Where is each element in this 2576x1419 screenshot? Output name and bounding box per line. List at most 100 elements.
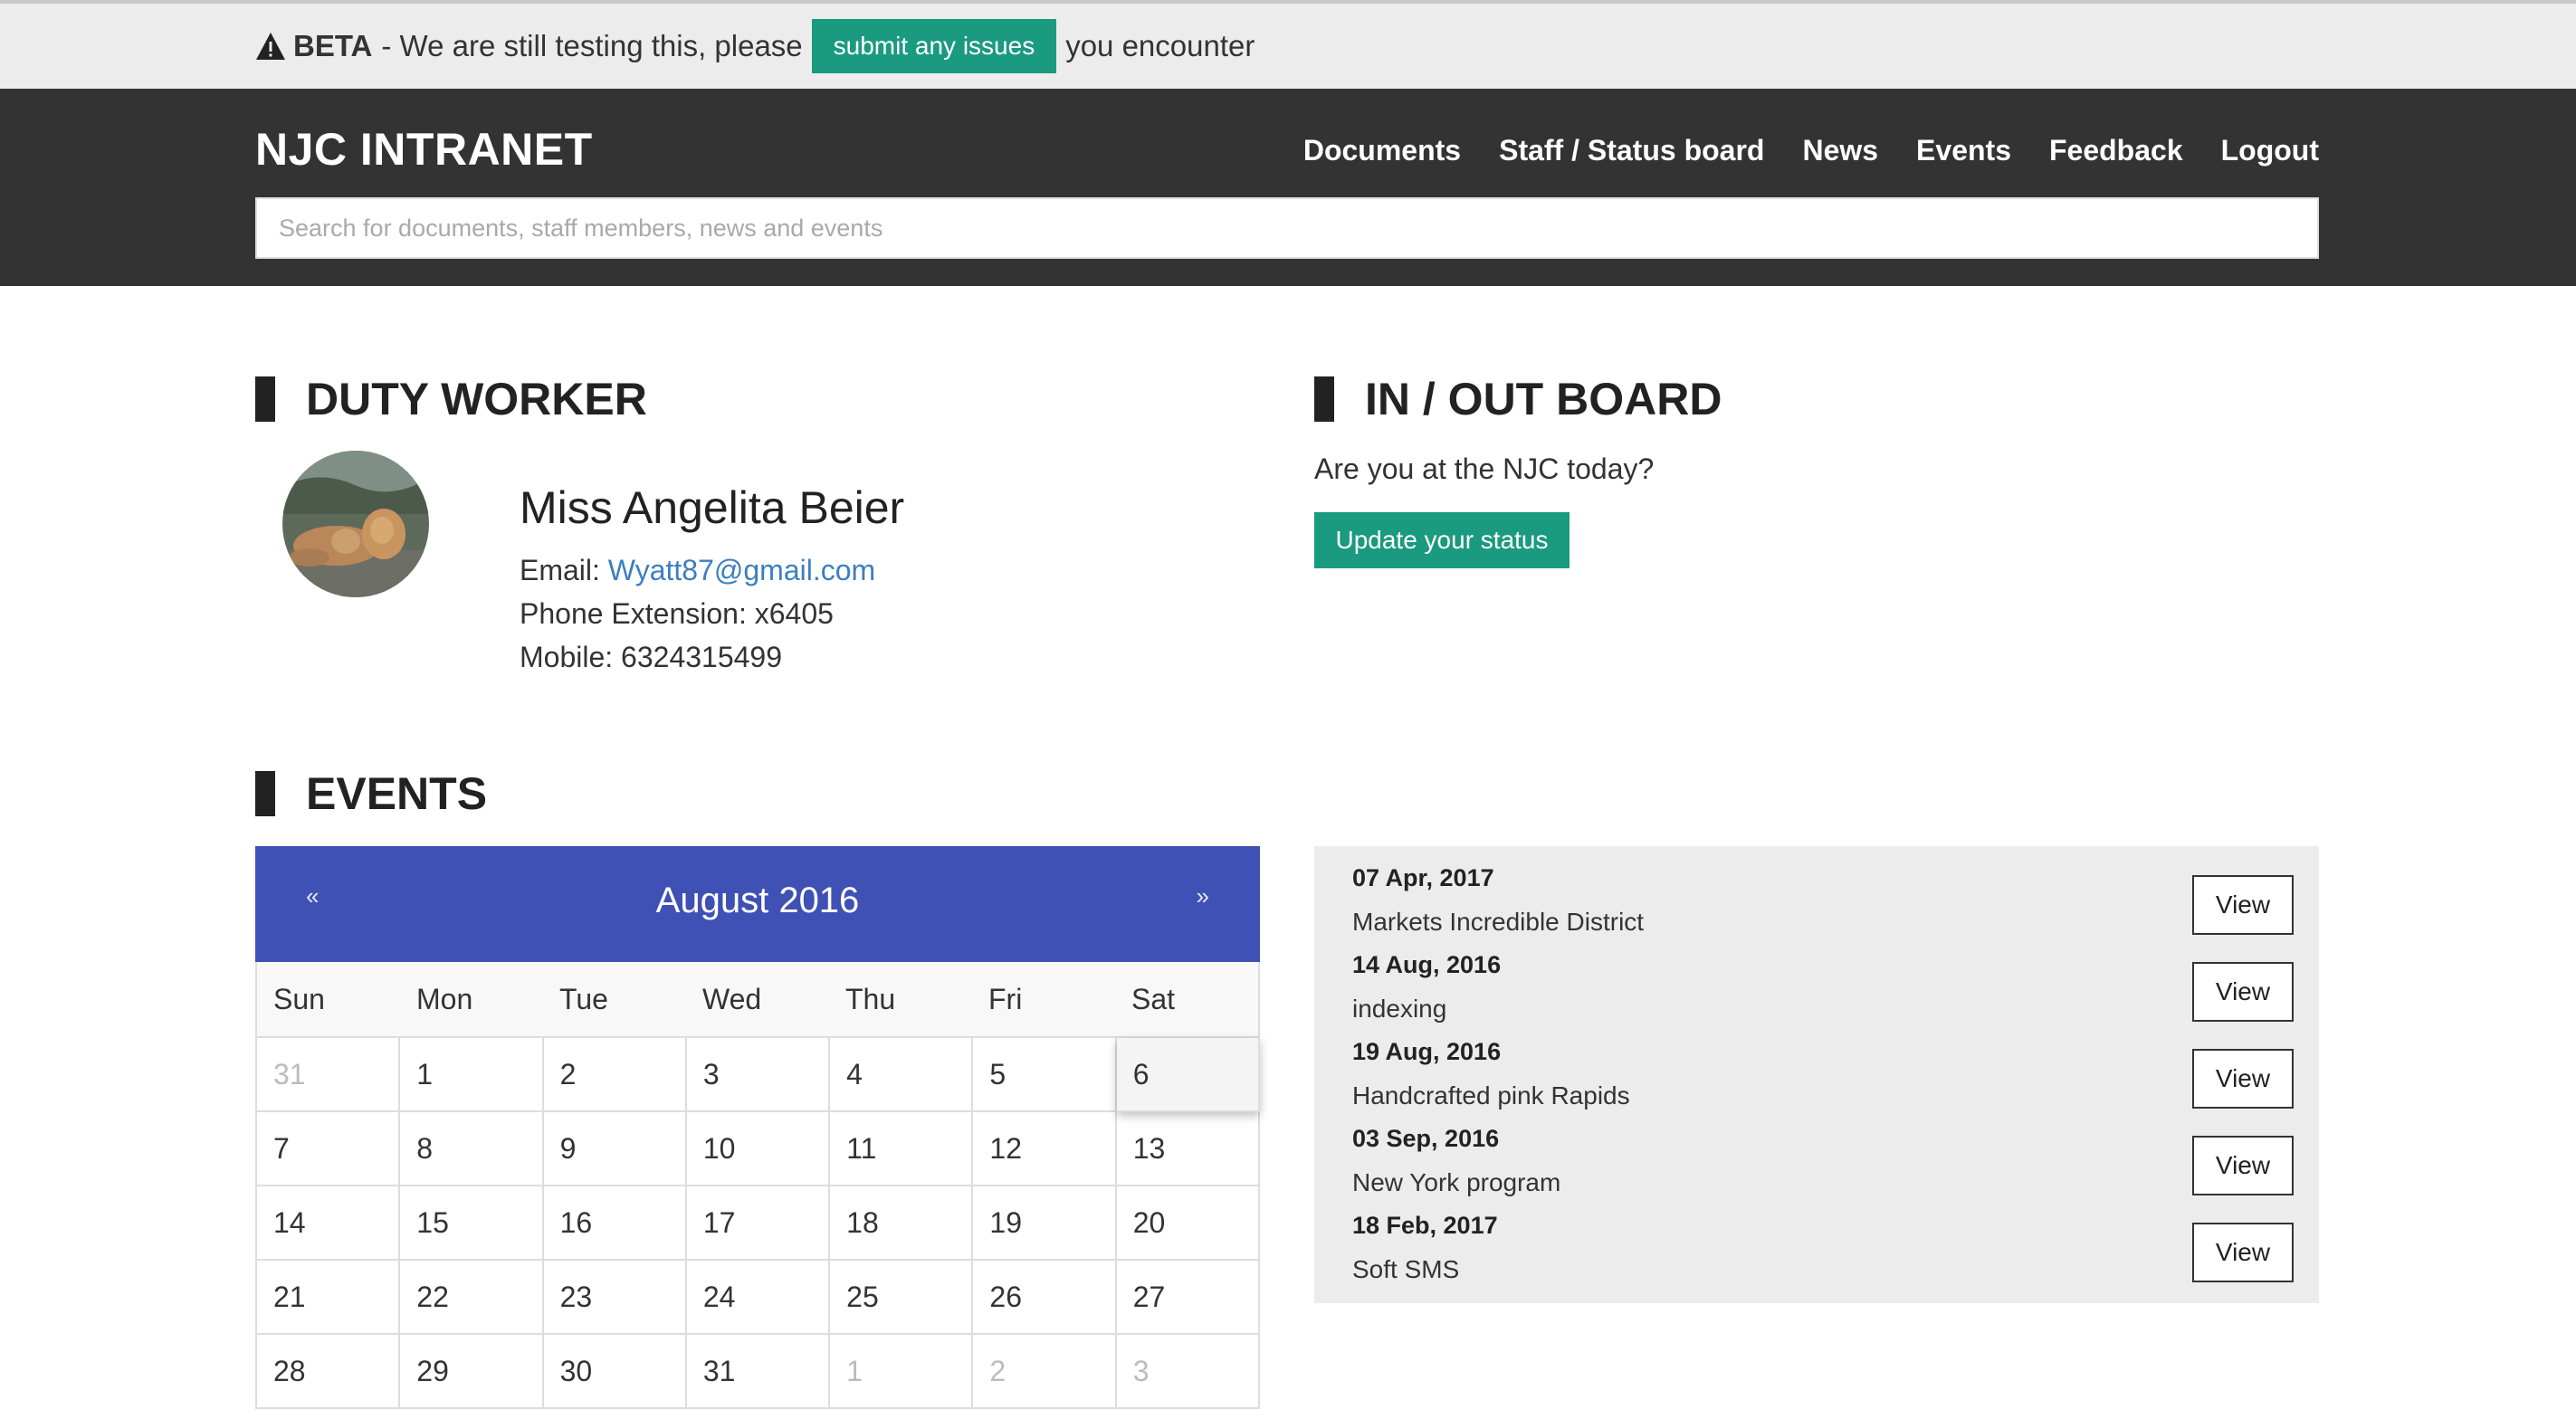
calendar-day[interactable]: 20 [1116, 1186, 1260, 1261]
calendar-day[interactable]: 24 [686, 1261, 831, 1335]
events-list: 07 Apr, 2017 Markets Incredible District… [1314, 846, 2319, 1303]
calendar-day[interactable]: 4 [830, 1038, 974, 1112]
duty-email-line: Email: Wyatt87@gmail.com [520, 554, 875, 587]
calendar-day[interactable]: 21 [257, 1261, 401, 1335]
calendar-header: « August 2016 » [255, 846, 1260, 962]
weekday-label: Wed [702, 982, 762, 1015]
event-calendar: « August 2016 » Sun Mon Tue Wed Thu Fri … [255, 846, 1260, 1409]
calendar-day[interactable]: 12 [973, 1112, 1117, 1186]
weekday-label: Sat [1131, 982, 1176, 1015]
heading-bar [255, 376, 275, 422]
event-item: 14 Aug, 2016 indexing View [1352, 951, 2294, 1038]
weekday-label: Thu [845, 982, 896, 1015]
event-item: 03 Sep, 2016 New York program View [1352, 1125, 2294, 1212]
search-input[interactable] [255, 197, 2319, 259]
event-name: Markets Incredible District [1352, 908, 1645, 936]
nav-feedback[interactable]: Feedback [2049, 134, 2183, 167]
email-label: Email: [520, 554, 600, 586]
duty-worker-heading: DUTY WORKER [255, 373, 647, 425]
warning-icon [256, 33, 285, 60]
duty-worker-name: Miss Angelita Beier [520, 482, 905, 533]
view-event-button[interactable]: View [2192, 1136, 2294, 1195]
event-item: 07 Apr, 2017 Markets Incredible District… [1352, 864, 2294, 951]
beta-banner: BETA - We are still testing this, please… [0, 0, 2576, 89]
calendar-day[interactable]: 19 [973, 1186, 1117, 1261]
events-heading: EVENTS [255, 767, 487, 820]
calendar-weekdays: Sun Mon Tue Wed Thu Fri Sat [255, 962, 1260, 1036]
calendar-day[interactable]: 5 [973, 1038, 1117, 1112]
phone-extension: Phone Extension: x6405 [520, 597, 834, 630]
duty-worker-title: DUTY WORKER [306, 374, 647, 424]
mobile-number: Mobile: 6324315499 [520, 641, 783, 673]
weekday-label: Fri [988, 982, 1023, 1015]
calendar-day-selected[interactable]: 6 [1116, 1038, 1260, 1112]
in-out-board-title: IN / OUT BOARD [1365, 374, 1722, 424]
calendar-day[interactable]: 26 [973, 1261, 1117, 1335]
calendar-day[interactable]: 14 [257, 1186, 401, 1261]
calendar-day[interactable]: 1 [400, 1038, 544, 1112]
calendar-day[interactable]: 30 [543, 1335, 687, 1409]
heading-bar [1314, 376, 1334, 422]
in-out-question: Are you at the NJC today? [1314, 452, 1655, 485]
event-item: 19 Aug, 2016 Handcrafted pink Rapids Vie… [1352, 1038, 2294, 1125]
calendar-day[interactable]: 17 [686, 1186, 831, 1261]
events-title: EVENTS [306, 768, 488, 819]
update-status-button[interactable]: Update your status [1314, 512, 1569, 568]
calendar-day[interactable]: 13 [1116, 1112, 1260, 1186]
event-date: 18 Feb, 2017 [1352, 1212, 1498, 1239]
event-name: New York program [1352, 1168, 1561, 1196]
weekday-label: Sun [273, 982, 325, 1015]
nav-news[interactable]: News [1802, 134, 1878, 167]
calendar-day[interactable]: 9 [543, 1112, 687, 1186]
event-date: 14 Aug, 2016 [1352, 951, 1502, 978]
weekday-label: Tue [559, 982, 608, 1015]
calendar-day[interactable]: 1 [830, 1335, 974, 1409]
calendar-month-label: August 2016 [655, 881, 860, 920]
calendar-day[interactable]: 15 [400, 1186, 544, 1261]
event-date: 19 Aug, 2016 [1352, 1038, 1502, 1065]
view-event-button[interactable]: View [2192, 962, 2294, 1022]
event-date: 03 Sep, 2016 [1352, 1125, 1500, 1152]
beta-text: - We are still testing this, please [381, 29, 803, 62]
calendar-day[interactable]: 10 [686, 1112, 831, 1186]
event-name: Handcrafted pink Rapids [1352, 1081, 1630, 1109]
event-name: indexing [1352, 995, 1447, 1023]
calendar-day[interactable]: 31 [686, 1335, 831, 1409]
submit-issues-button[interactable]: submit any issues [811, 19, 1057, 73]
view-event-button[interactable]: View [2192, 1049, 2294, 1109]
nav-staff-status-board[interactable]: Staff / Status board [1499, 134, 1764, 167]
event-item: 18 Feb, 2017 Soft SMS View [1352, 1212, 2294, 1299]
calendar-day[interactable]: 2 [543, 1038, 687, 1112]
nav-logout[interactable]: Logout [2221, 134, 2319, 167]
nav-documents[interactable]: Documents [1303, 134, 1461, 167]
nav-events[interactable]: Events [1916, 134, 2011, 167]
view-event-button[interactable]: View [2192, 1223, 2294, 1282]
calendar-day[interactable]: 8 [400, 1112, 544, 1186]
site-header: NJC INTRANET Documents Staff / Status bo… [0, 89, 2576, 286]
calendar-day[interactable]: 23 [543, 1261, 687, 1335]
calendar-day[interactable]: 29 [400, 1335, 544, 1409]
calendar-grid: 31 1 2 3 4 5 6 7 8 9 10 11 12 13 14 15 1… [255, 1036, 1260, 1409]
event-name: Soft SMS [1352, 1255, 1460, 1283]
avatar [282, 451, 429, 597]
calendar-day[interactable]: 3 [686, 1038, 831, 1112]
calendar-day[interactable]: 3 [1116, 1335, 1260, 1409]
email-link[interactable]: Wyatt87@gmail.com [608, 554, 875, 586]
weekday-label: Mon [416, 982, 473, 1015]
calendar-day[interactable]: 7 [257, 1112, 401, 1186]
calendar-day[interactable]: 11 [830, 1112, 974, 1186]
beta-text-after: you encounter [1065, 29, 1255, 62]
calendar-day[interactable]: 16 [543, 1186, 687, 1261]
lion-photo [282, 451, 429, 597]
calendar-day[interactable]: 22 [400, 1261, 544, 1335]
calendar-day[interactable]: 28 [257, 1335, 401, 1409]
calendar-day[interactable]: 2 [973, 1335, 1117, 1409]
calendar-day[interactable]: 25 [830, 1261, 974, 1335]
site-brand[interactable]: NJC INTRANET [255, 123, 593, 176]
calendar-day[interactable]: 31 [257, 1038, 401, 1112]
in-out-board-heading: IN / OUT BOARD [1314, 373, 1722, 425]
calendar-day[interactable]: 18 [830, 1186, 974, 1261]
view-event-button[interactable]: View [2192, 875, 2294, 935]
next-month-button[interactable]: » [1197, 882, 1209, 910]
calendar-day[interactable]: 27 [1116, 1261, 1260, 1335]
